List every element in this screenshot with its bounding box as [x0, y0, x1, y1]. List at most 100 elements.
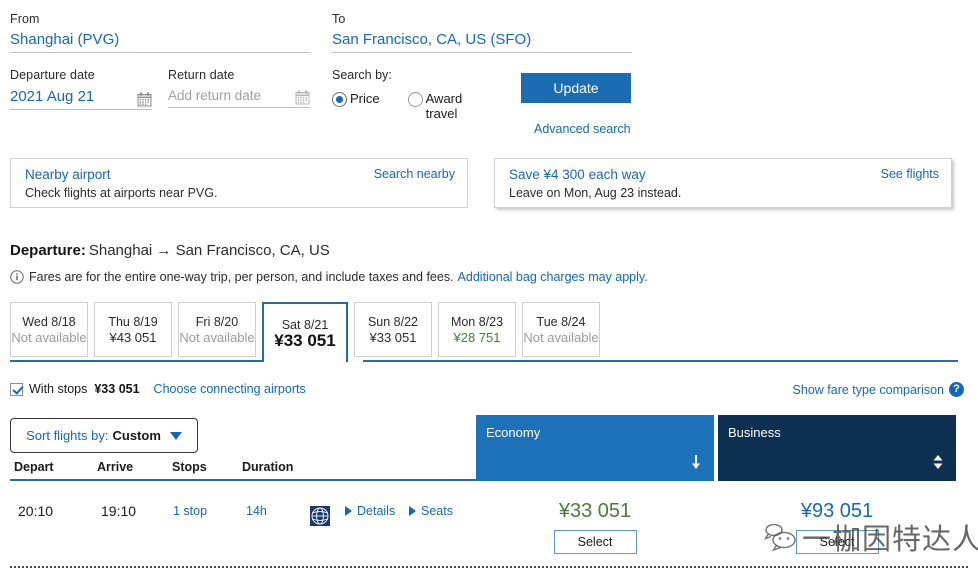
show-fare-type-comparison-link[interactable]: Show fare type comparison ?: [793, 382, 964, 397]
sort-descending-icon[interactable]: [690, 454, 702, 473]
flight-duration: 14h: [246, 504, 267, 518]
date-tab-thu-8-19[interactable]: Thu 8/19 ¥43 051: [94, 302, 172, 357]
sort-value: Custom: [112, 428, 161, 443]
economy-select-button[interactable]: Select: [553, 530, 637, 554]
departure-date-value[interactable]: 2021 Aug 21: [10, 88, 94, 109]
search-by-label: Search by:: [332, 68, 392, 82]
search-by-group: Search by: Price Award travel: [332, 68, 478, 121]
cabin-header-business[interactable]: Business: [718, 415, 956, 481]
chevron-down-icon: [169, 431, 182, 440]
date-tab-price: Not available: [179, 330, 255, 345]
date-tab-wed-8-18[interactable]: Wed 8/18 Not available: [10, 302, 88, 357]
banner-title: Nearby airport: [25, 167, 111, 182]
cabin-header-economy[interactable]: Economy: [476, 415, 714, 481]
economy-price-cell: ¥33 051 Select: [476, 490, 714, 554]
column-header-duration[interactable]: Duration: [242, 460, 293, 474]
triangle-right-icon: [409, 506, 416, 516]
with-stops-label: With stops: [29, 382, 88, 396]
banner-title: Save ¥4 300 each way: [509, 167, 646, 182]
advanced-search-link[interactable]: Advanced search: [534, 122, 631, 136]
destination-field[interactable]: To San Francisco, CA, US (SFO): [332, 12, 632, 53]
sort-unsorted-icon[interactable]: [932, 454, 944, 473]
search-nearby-link[interactable]: Search nearby: [374, 167, 455, 181]
origin-label: From: [10, 12, 40, 26]
calendar-icon[interactable]: [137, 92, 152, 107]
economy-price: ¥33 051: [558, 500, 632, 522]
cabin-name: Business: [728, 425, 781, 440]
nearby-airport-banner: Nearby airport Check flights at airports…: [10, 158, 468, 208]
flight-depart-time: 20:10: [18, 503, 54, 519]
return-date-label: Return date: [168, 68, 235, 82]
return-date-field[interactable]: Return date Add return date: [168, 68, 310, 108]
date-tab-sun-8-22[interactable]: Sun 8/22 ¥33 051: [354, 302, 432, 357]
details-label: Details: [357, 504, 396, 518]
destination-value[interactable]: San Francisco, CA, US (SFO): [332, 31, 632, 52]
flight-seats-link[interactable]: Seats: [409, 504, 453, 518]
radio-price[interactable]: Price: [332, 91, 380, 121]
column-header-rule: [10, 479, 476, 481]
search-panel: From Shanghai (PVG) To San Francisco, CA…: [0, 0, 978, 150]
business-price-cell: ¥93 051 Select: [718, 490, 956, 554]
seats-label: Seats: [421, 504, 453, 518]
cabin-name: Economy: [486, 425, 541, 440]
return-date-value[interactable]: Add return date: [168, 88, 261, 107]
flight-stops[interactable]: 1 stop: [173, 504, 207, 518]
help-icon[interactable]: ?: [949, 382, 964, 397]
business-select-button[interactable]: Select: [795, 530, 879, 554]
date-tab-price: ¥43 051: [109, 329, 157, 345]
triangle-right-icon: [345, 506, 352, 516]
date-tab-day: Tue 8/24: [536, 315, 586, 329]
radio-award-travel[interactable]: Award travel: [407, 91, 478, 121]
date-tab-price: Not available: [523, 330, 599, 345]
update-button[interactable]: Update: [521, 73, 631, 103]
row-divider: [10, 566, 968, 568]
sort-label: Sort flights by:: [26, 428, 109, 443]
date-tab-day: Fri 8/20: [195, 315, 239, 329]
date-tab-day: Sun 8/22: [367, 314, 419, 329]
column-header-depart[interactable]: Depart: [14, 460, 54, 474]
date-tab-day: Wed 8/18: [22, 315, 76, 329]
radio-price-label: Price: [350, 91, 380, 106]
date-tab-price: ¥33 051: [274, 331, 336, 350]
sort-flights-dropdown[interactable]: Sort flights by: Custom: [10, 418, 198, 453]
fare-note: Fares are for the entire one-way trip, p…: [10, 270, 648, 284]
table-row: 20:10 19:10 1 stop 14h Details Seats ¥33…: [0, 490, 978, 568]
save-fare-banner: Save ¥4 300 each way Leave on Mon, Aug 2…: [494, 158, 952, 208]
destination-label: To: [332, 12, 346, 26]
departure-route: Shanghai → San Francisco, CA, US: [88, 242, 330, 259]
info-icon: [10, 270, 24, 284]
date-tab-price: Not available: [11, 330, 87, 345]
flight-search-page: From Shanghai (PVG) To San Francisco, CA…: [0, 0, 978, 580]
departure-date-label: Departure date: [10, 68, 95, 82]
date-tab-day: Mon 8/23: [450, 314, 504, 329]
bag-charges-link[interactable]: Additional bag charges may apply.: [458, 270, 648, 284]
with-stops-price: ¥33 051: [94, 382, 140, 396]
date-tab-mon-8-23[interactable]: Mon 8/23 ¥28 751: [438, 302, 516, 357]
with-stops-checkbox[interactable]: [10, 382, 23, 396]
see-flights-link[interactable]: See flights: [881, 167, 939, 181]
radio-mark-icon: [407, 92, 423, 107]
radio-mark-icon: [332, 92, 347, 107]
flight-details-link[interactable]: Details: [345, 504, 395, 518]
date-tab-sat-8-21[interactable]: Sat 8/21 ¥33 051: [262, 302, 348, 362]
calendar-icon[interactable]: [295, 90, 310, 105]
date-tab-fri-8-20[interactable]: Fri 8/20 Not available: [178, 302, 256, 357]
date-tab-day: Thu 8/19: [108, 314, 158, 329]
column-header-stops[interactable]: Stops: [172, 460, 207, 474]
banner-subtitle: Leave on Mon, Aug 23 instead.: [509, 186, 682, 200]
date-tab-strip: Wed 8/18 Not available Thu 8/19 ¥43 051 …: [10, 302, 968, 362]
business-price: ¥93 051: [800, 500, 874, 522]
departure-heading: Departure: Shanghai → San Francisco, CA, …: [10, 242, 330, 259]
banner-subtitle: Check flights at airports near PVG.: [25, 186, 218, 200]
radio-award-travel-label: Award travel: [425, 91, 463, 121]
departure-heading-label: Departure:: [10, 242, 86, 259]
choose-connecting-airports-link[interactable]: Choose connecting airports: [154, 382, 306, 396]
origin-value[interactable]: Shanghai (PVG): [10, 31, 310, 52]
departure-date-field[interactable]: Departure date 2021 Aug 21: [10, 68, 152, 110]
column-header-arrive[interactable]: Arrive: [97, 460, 133, 474]
fare-comparison-label: Show fare type comparison: [792, 382, 944, 397]
date-tab-tue-8-24[interactable]: Tue 8/24 Not available: [522, 302, 600, 357]
stops-filter-row: With stops ¥33 051 Choose connecting air…: [10, 382, 306, 396]
origin-field[interactable]: From Shanghai (PVG): [10, 12, 310, 53]
date-tab-price: ¥28 751: [453, 329, 501, 345]
